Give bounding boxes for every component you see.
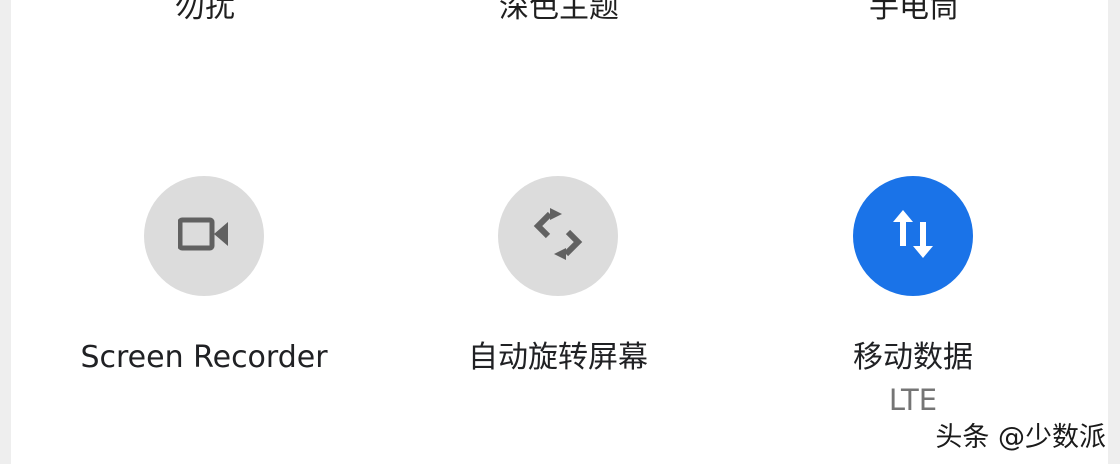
tile-label-dark-theme: 深色主题 (499, 0, 619, 25)
tile-sublabel: LTE (888, 383, 938, 417)
screen-recorder-toggle[interactable] (144, 176, 264, 296)
tile-label-flashlight: 手电筒 (869, 0, 959, 25)
tile-label: Screen Recorder (80, 340, 328, 375)
tile-label: 自动旋转屏幕 (468, 340, 648, 375)
tile-label: 移动数据 (853, 340, 973, 375)
watermark: 头条 @少数派 (935, 422, 1106, 453)
mobile-data-arrows-icon (891, 208, 935, 264)
mobile-data-toggle[interactable] (853, 176, 973, 296)
tile-auto-rotate[interactable]: 自动旋转屏幕 (408, 176, 708, 436)
auto-rotate-toggle[interactable] (498, 176, 618, 296)
tile-mobile-data[interactable]: 移动数据 LTE (763, 176, 1063, 436)
tile-screen-recorder[interactable]: Screen Recorder (54, 176, 354, 436)
tile-label-dnd: 勿扰 (175, 0, 235, 25)
video-camera-icon (177, 216, 230, 256)
quick-settings-panel: 勿扰 深色主题 手电筒 Screen Recorder 自动旋转屏幕 移动数据 … (11, 0, 1108, 464)
auto-rotate-icon (528, 204, 588, 268)
